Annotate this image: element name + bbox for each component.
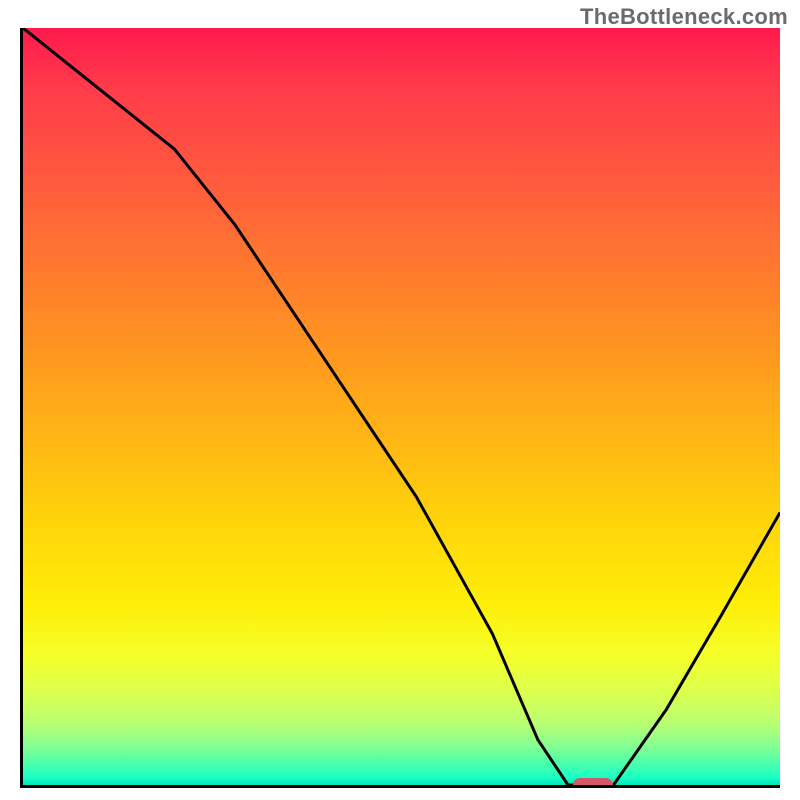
plot-area <box>20 28 780 788</box>
chart-frame: TheBottleneck.com <box>0 0 800 800</box>
bottleneck-curve <box>23 28 780 785</box>
sweet-spot-marker <box>573 778 613 788</box>
watermark-text: TheBottleneck.com <box>580 4 788 30</box>
